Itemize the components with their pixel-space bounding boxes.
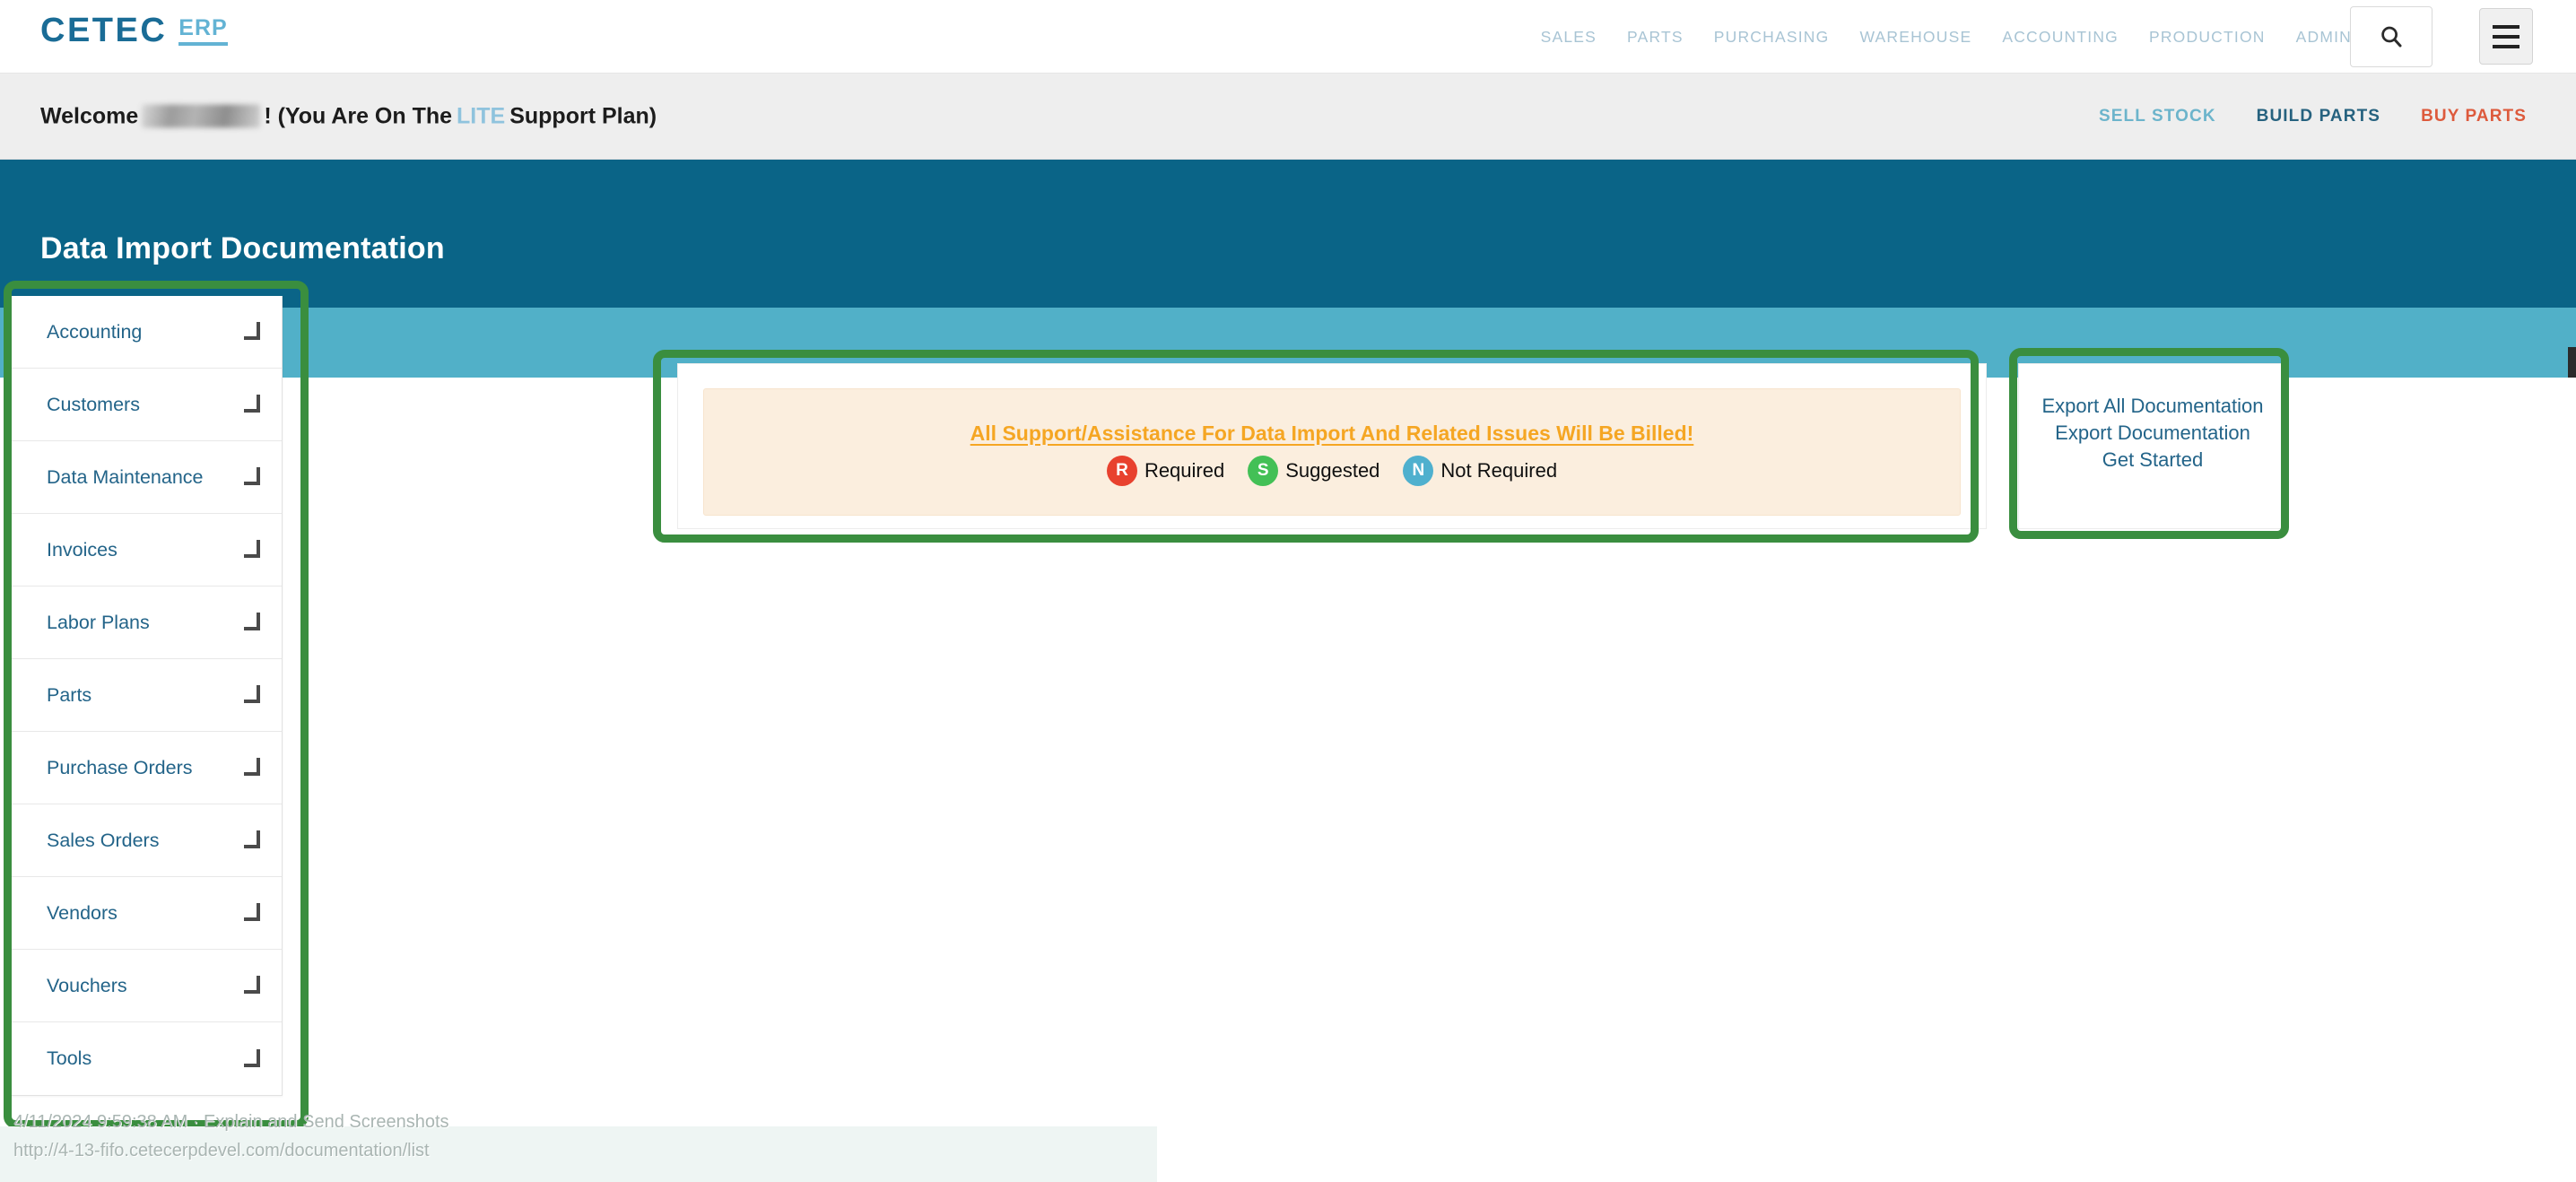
expand-corner-icon xyxy=(242,976,262,995)
legend-label: Suggested xyxy=(1285,459,1379,482)
sidebar-item-labor-plans[interactable]: Labor Plans xyxy=(10,587,282,659)
sidebar-item-label: Purchase Orders xyxy=(47,757,242,779)
sidebar-item-invoices[interactable]: Invoices xyxy=(10,514,282,587)
billing-alert-panel: All Support/Assistance For Data Import A… xyxy=(677,363,1987,529)
hamburger-line-2 xyxy=(2493,35,2519,39)
sidebar-item-vendors[interactable]: Vendors xyxy=(10,877,282,950)
nav-admin[interactable]: ADMIN xyxy=(2296,28,2352,47)
sidebar-item-vouchers[interactable]: Vouchers xyxy=(10,950,282,1022)
status-legend: R Required S Suggested N Not Required xyxy=(1107,456,1557,486)
nav-accounting[interactable]: ACCOUNTING xyxy=(2002,28,2119,47)
expand-corner-icon xyxy=(242,395,262,414)
screenshot-timestamp-line: 4/11/2024 9:59:38 AM · Explain and Send … xyxy=(13,1112,449,1133)
sidebar-item-label: Customers xyxy=(47,394,242,416)
screenshot-timestamp: 4/11/2024 9:59:38 AM xyxy=(13,1112,187,1132)
main-navigation: SALES PARTS PURCHASING WAREHOUSE ACCOUNT… xyxy=(1541,0,2352,74)
search-button[interactable] xyxy=(2350,6,2432,67)
buy-parts-link[interactable]: BUY PARTS xyxy=(2421,107,2527,126)
billing-alert-box: All Support/Assistance For Data Import A… xyxy=(703,388,1961,516)
get-started-link[interactable]: Get Started xyxy=(2102,448,2204,472)
redacted-user-name xyxy=(142,105,260,128)
expand-corner-icon xyxy=(242,613,262,632)
sidebar-item-parts[interactable]: Parts xyxy=(10,659,282,732)
nav-purchasing[interactable]: PURCHASING xyxy=(1714,28,1830,47)
required-badge-icon: R xyxy=(1107,456,1137,486)
vertical-scrollbar-thumb[interactable] xyxy=(2568,347,2576,378)
welcome-suffix: ! (You Are On The xyxy=(264,103,452,129)
sidebar-item-label: Sales Orders xyxy=(47,830,242,852)
logo-text-cetec: CETEC xyxy=(40,13,167,48)
expand-corner-icon xyxy=(242,830,262,850)
sidebar-item-accounting[interactable]: Accounting xyxy=(10,296,282,369)
billing-alert-title[interactable]: All Support/Assistance For Data Import A… xyxy=(970,422,1694,446)
app-root: CETEC ERP SALES PARTS PURCHASING WAREHOU… xyxy=(0,0,2576,1182)
logo-text-erp: ERP xyxy=(178,17,227,46)
status-url: http://4-13-fifo.cetecerpdevel.com/docum… xyxy=(13,1141,430,1161)
sidebar-item-label: Data Maintenance xyxy=(47,466,242,489)
sell-stock-link[interactable]: SELL STOCK xyxy=(2099,107,2216,126)
expand-corner-icon xyxy=(242,758,262,778)
cetec-erp-logo[interactable]: CETEC ERP xyxy=(40,13,228,48)
nav-warehouse[interactable]: WAREHOUSE xyxy=(1859,28,1971,47)
sidebar-item-data-maintenance[interactable]: Data Maintenance xyxy=(10,441,282,514)
welcome-bar: Welcome ! (You Are On The LITE Support P… xyxy=(0,74,2576,160)
legend-item-suggested: S Suggested xyxy=(1248,456,1379,486)
expand-corner-icon xyxy=(242,322,262,342)
suggested-badge-icon: S xyxy=(1248,456,1278,486)
sidebar-item-label: Labor Plans xyxy=(47,612,242,634)
not-required-badge-icon: N xyxy=(1403,456,1433,486)
sidebar-item-label: Tools xyxy=(47,1047,242,1070)
legend-label: Required xyxy=(1144,459,1224,482)
nav-production[interactable]: PRODUCTION xyxy=(2149,28,2266,47)
quick-actions: SELL STOCK BUILD PARTS BUY PARTS xyxy=(2099,107,2527,126)
screenshot-tool-name: Explain and Send Screenshots xyxy=(204,1112,449,1132)
sidebar-item-label: Invoices xyxy=(47,539,242,561)
expand-corner-icon xyxy=(242,467,262,487)
welcome-plan-suffix: Support Plan) xyxy=(509,103,657,129)
sidebar-item-label: Accounting xyxy=(47,321,242,343)
sidebar-item-purchase-orders[interactable]: Purchase Orders xyxy=(10,732,282,804)
welcome-prefix: Welcome xyxy=(40,103,138,129)
sidebar-item-customers[interactable]: Customers xyxy=(10,369,282,441)
status-separator: · xyxy=(193,1112,199,1132)
search-icon xyxy=(2378,23,2405,50)
hamburger-menu-button[interactable] xyxy=(2479,8,2533,65)
support-plan-badge: LITE xyxy=(457,103,505,129)
expand-corner-icon xyxy=(242,903,262,923)
nav-parts[interactable]: PARTS xyxy=(1627,28,1684,47)
legend-item-required: R Required xyxy=(1107,456,1224,486)
legend-label: Not Required xyxy=(1440,459,1557,482)
legend-item-not-required: N Not Required xyxy=(1403,456,1557,486)
expand-corner-icon xyxy=(242,1049,262,1069)
top-header-bar: CETEC ERP SALES PARTS PURCHASING WAREHOU… xyxy=(0,0,2576,74)
hamburger-line-1 xyxy=(2493,25,2519,29)
sidebar-item-label: Vouchers xyxy=(47,975,242,997)
nav-sales[interactable]: SALES xyxy=(1541,28,1597,47)
sidebar-item-sales-orders[interactable]: Sales Orders xyxy=(10,804,282,877)
sidebar-item-tools[interactable]: Tools xyxy=(10,1022,282,1095)
export-all-documentation-link[interactable]: Export All Documentation xyxy=(2041,395,2263,418)
page-title: Data Import Documentation xyxy=(40,231,445,266)
expand-corner-icon xyxy=(242,540,262,560)
export-links-panel: Export All Documentation Export Document… xyxy=(2018,363,2287,529)
documentation-sidebar: Accounting Customers Data Maintenance In… xyxy=(9,296,283,1096)
sidebar-item-label: Parts xyxy=(47,684,242,707)
build-parts-link[interactable]: BUILD PARTS xyxy=(2257,107,2380,126)
export-documentation-link[interactable]: Export Documentation xyxy=(2055,422,2250,445)
hamburger-line-3 xyxy=(2493,45,2519,48)
sidebar-item-label: Vendors xyxy=(47,902,242,925)
welcome-message: Welcome ! (You Are On The LITE Support P… xyxy=(40,103,657,129)
expand-corner-icon xyxy=(242,685,262,705)
